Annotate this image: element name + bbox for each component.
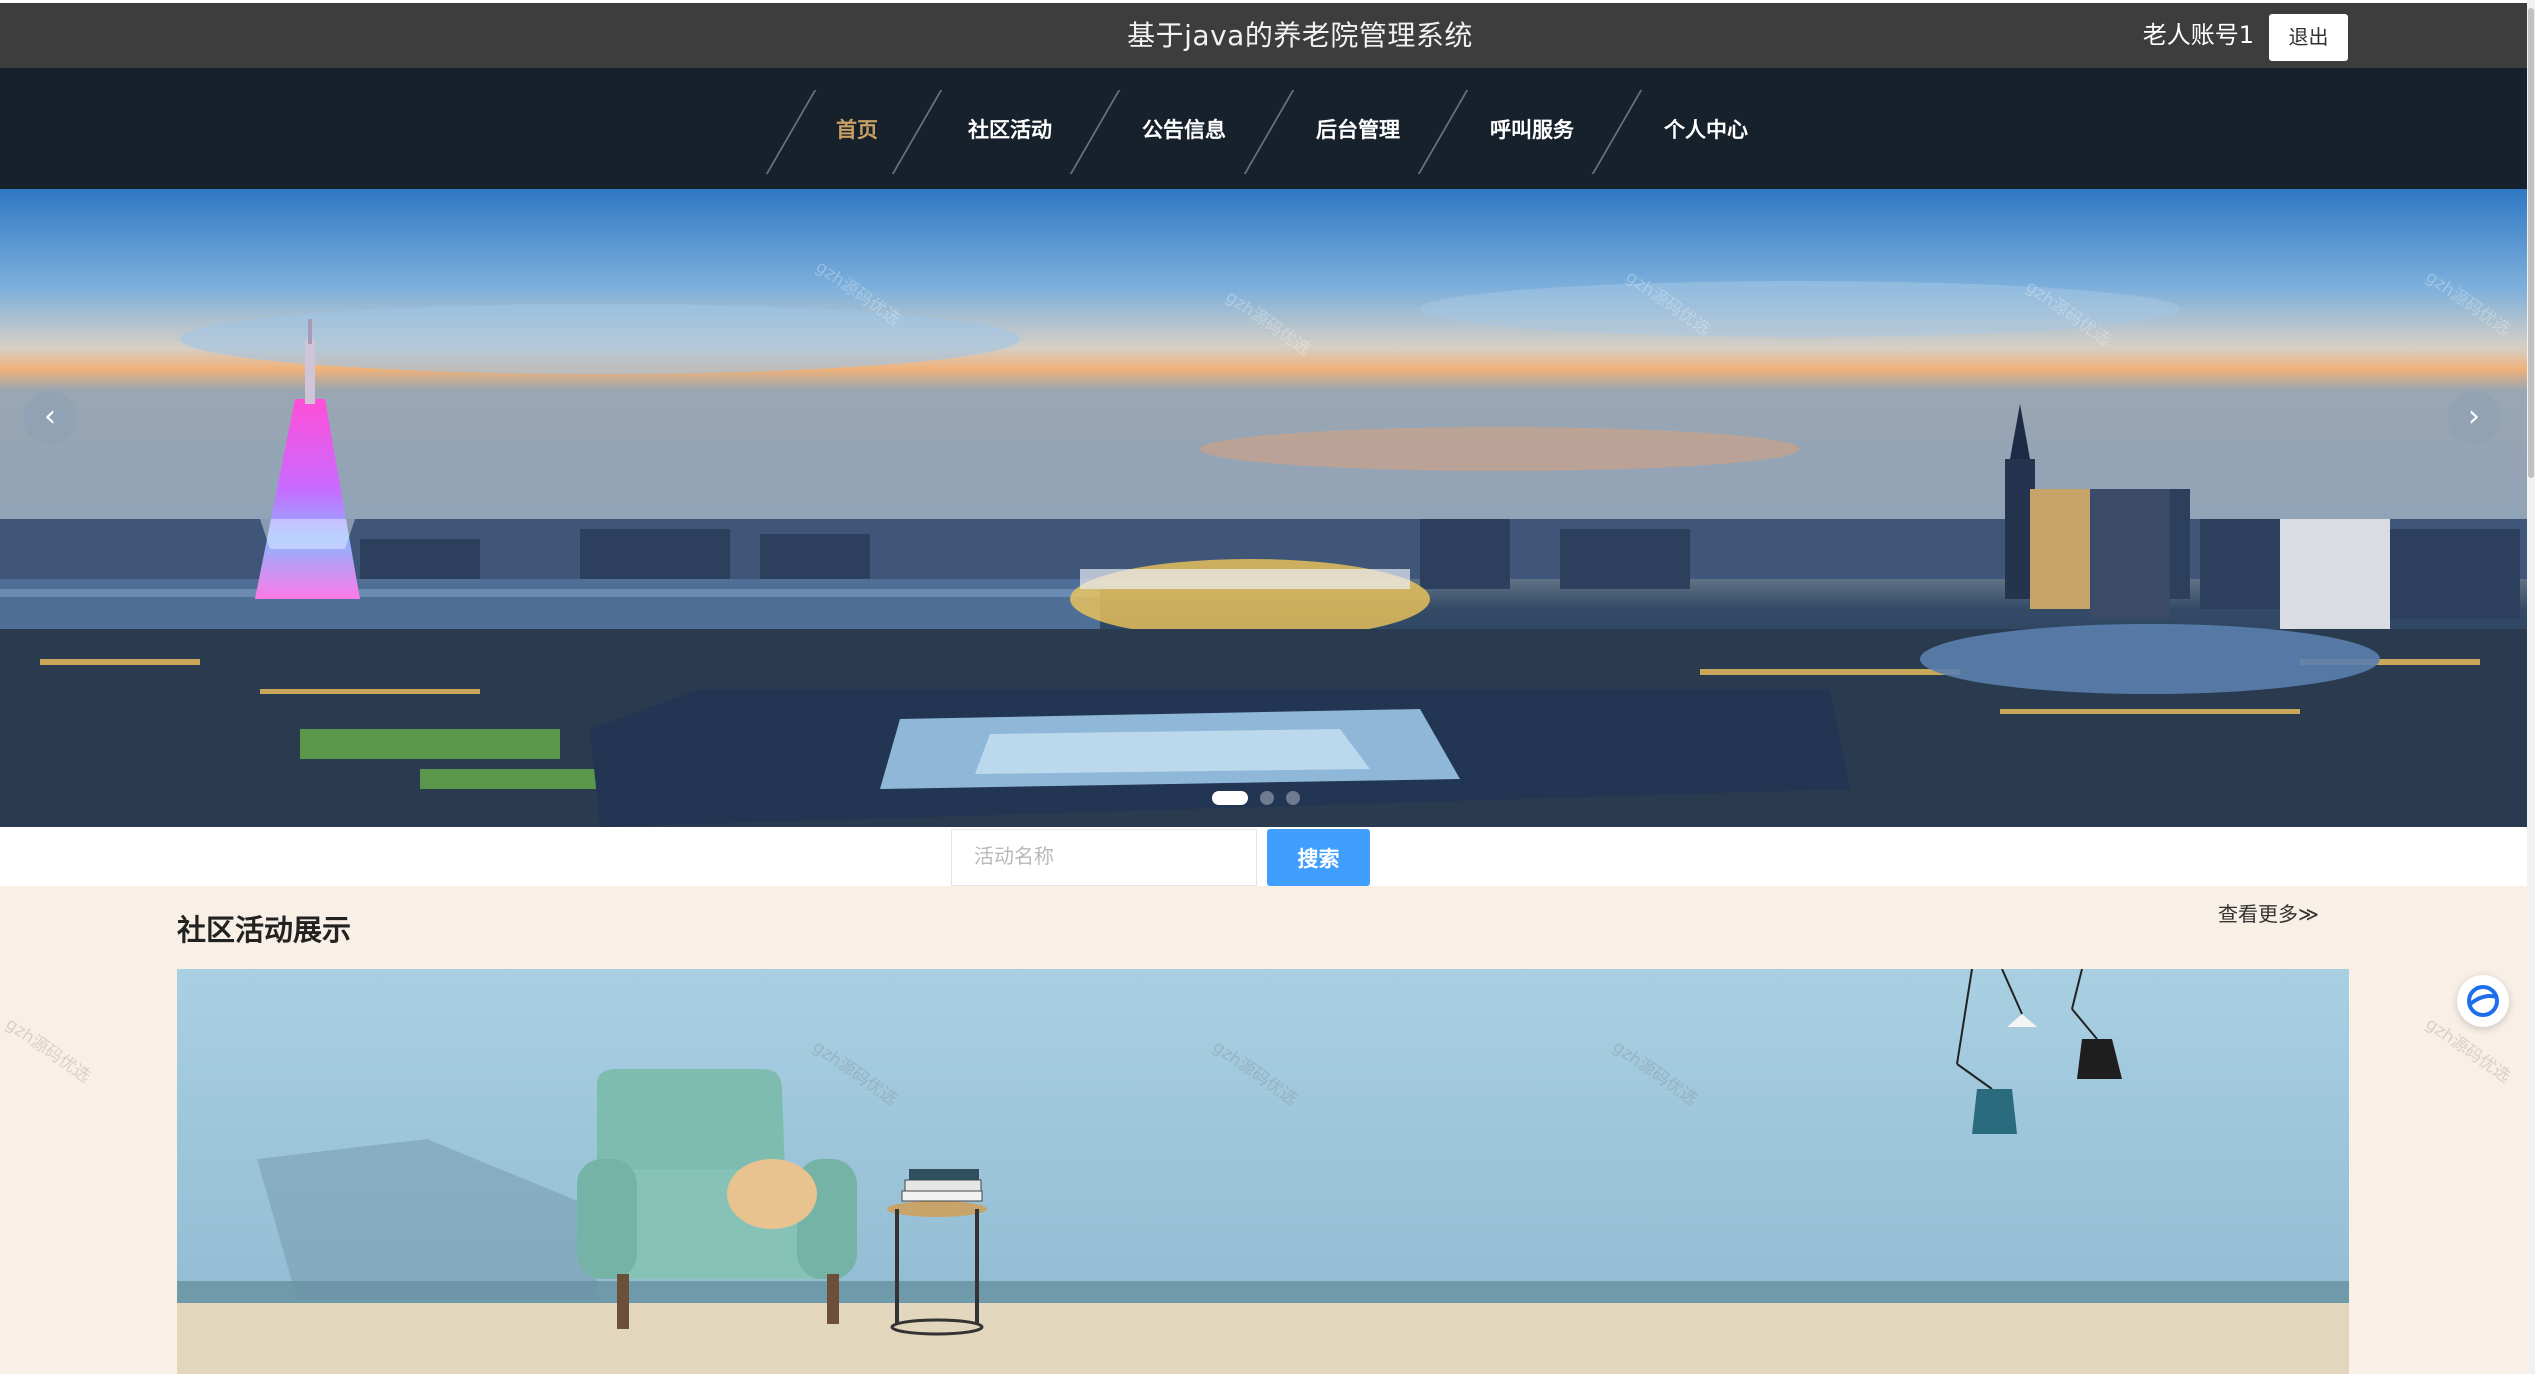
carousel-indicators (1212, 787, 1312, 805)
nav-item-announcements[interactable]: 公告信息 (1124, 68, 1244, 189)
watermark-text: gzh源码优选 (1, 1014, 94, 1087)
carousel-dot[interactable] (1286, 790, 1300, 805)
account-name: 老人账号1 (2142, 21, 2254, 49)
view-more-link[interactable]: 查看更多≫ (2218, 898, 2319, 927)
carousel-next-button[interactable]: › (2447, 391, 2501, 445)
nav-separator (891, 90, 943, 174)
floating-chat-button[interactable] (2457, 975, 2509, 1027)
page-scrollbar-thumb[interactable] (2528, 8, 2534, 478)
nav-item-personal-center[interactable]: 个人中心 (1646, 68, 1766, 189)
carousel-dot[interactable] (1212, 790, 1248, 805)
nav-list: 首页 社区活动 公告信息 后台管理 呼叫服务 个人中心 (0, 68, 2527, 189)
top-bar: 基于java的养老院管理系统 老人账号1 退出 (0, 3, 2527, 68)
nav-separator (1591, 90, 1643, 174)
section-title: 社区活动展示 (177, 913, 352, 947)
search-bar: 搜索 (0, 827, 2527, 886)
carousel-prev-button[interactable]: ‹ (23, 391, 77, 445)
nav-item-call-service[interactable]: 呼叫服务 (1472, 68, 1592, 189)
banner-carousel[interactable]: gzh源码优选 gzh源码优选 gzh源码优选 gzh源码优选 gzh源码优选 … (0, 189, 2527, 827)
nav-item-community-activities[interactable]: 社区活动 (950, 68, 1070, 189)
logout-button[interactable]: 退出 (2269, 14, 2348, 61)
main-nav: 首页 社区活动 公告信息 后台管理 呼叫服务 个人中心 (0, 68, 2527, 189)
nav-item-admin[interactable]: 后台管理 (1298, 68, 1418, 189)
banner-image (0, 189, 2527, 827)
nav-separator (1417, 90, 1469, 174)
community-activity-section: 社区活动展示 查看更多≫ gzh源码优选 gzh源码优选 gzh源码优选 gzh… (0, 886, 2527, 1374)
activity-name-search-input[interactable] (951, 829, 1257, 886)
carousel-dot[interactable] (1260, 790, 1274, 805)
nav-separator (765, 90, 817, 174)
nav-item-home[interactable]: 首页 (822, 68, 892, 189)
page: 基于java的养老院管理系统 老人账号1 退出 首页 社区活动 公告信息 后台管… (0, 0, 2535, 1374)
nav-separator (1243, 90, 1295, 174)
search-button[interactable]: 搜索 (1267, 829, 1370, 886)
activity-card[interactable]: gzh源码优选 gzh源码优选 gzh源码优选 (177, 969, 2349, 1374)
chat-icon (2467, 985, 2499, 1017)
activity-image (177, 969, 2349, 1374)
nav-separator (1069, 90, 1121, 174)
